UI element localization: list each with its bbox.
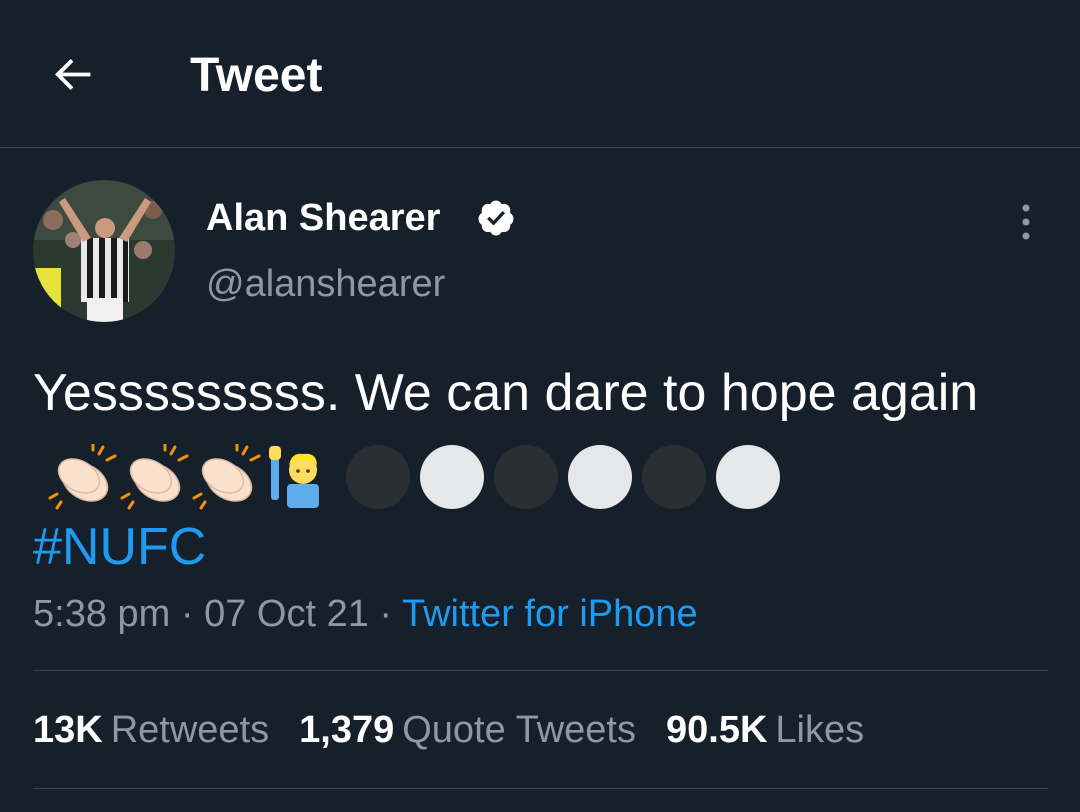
black-circle-icon [494, 445, 558, 509]
hashtag-link[interactable]: #NUFC [33, 510, 1043, 584]
more-options-button[interactable] [1004, 200, 1048, 244]
verified-badge-icon [478, 200, 514, 236]
tweet-date[interactable]: 07 Oct 21 [204, 593, 369, 635]
arrow-left-icon [55, 59, 91, 90]
avatar[interactable] [33, 180, 175, 322]
tweet-body: Yesssssssss. We can dare to hope again #… [33, 356, 1043, 584]
black-circle-icon [642, 445, 706, 509]
quote-tweets-label: Quote Tweets [402, 709, 636, 751]
white-circle-icon [716, 445, 780, 509]
clapping-hands-icon [48, 444, 117, 510]
author-handle[interactable]: @alanshearer [206, 260, 445, 308]
retweets-label: Retweets [110, 709, 270, 751]
emoji-row [47, 444, 785, 510]
person-raising-hand-icon [269, 446, 319, 508]
quote-tweets-count: 1,379 [299, 709, 395, 751]
avatar-photo [33, 180, 175, 322]
divider [33, 670, 1048, 671]
back-button[interactable] [40, 40, 108, 108]
tweet-meta: 5:38 pm · 07 Oct 21 · Twitter for iPhone [33, 590, 698, 638]
black-circle-icon [346, 445, 410, 509]
meta-separator: · [379, 593, 393, 635]
white-circle-icon [420, 445, 484, 509]
white-circle-icon [568, 445, 632, 509]
likes-count: 90.5K [666, 709, 768, 751]
engagement-stats: 13K Retweets 1,379 Quote Tweets 90.5K Likes [33, 706, 894, 754]
tweet-time[interactable]: 5:38 pm [33, 593, 170, 635]
divider [33, 788, 1048, 789]
quote-tweets-stat[interactable]: 1,379 Quote Tweets [299, 706, 636, 754]
likes-stat[interactable]: 90.5K Likes [666, 706, 864, 754]
author-display-name[interactable]: Alan Shearer [206, 194, 440, 242]
tweet-source-link[interactable]: Twitter for iPhone [402, 593, 698, 635]
more-vertical-icon [1022, 204, 1030, 240]
retweets-stat[interactable]: 13K Retweets [33, 706, 269, 754]
clapping-hands-icon [120, 444, 189, 510]
retweets-count: 13K [33, 709, 103, 751]
top-bar: Tweet [0, 0, 1080, 148]
tweet-text: Yesssssssss. We can dare to hope again [33, 364, 979, 422]
clapping-hands-icon [192, 444, 261, 510]
meta-separator: · [180, 593, 194, 635]
likes-label: Likes [775, 709, 865, 751]
page-title: Tweet [190, 49, 323, 102]
